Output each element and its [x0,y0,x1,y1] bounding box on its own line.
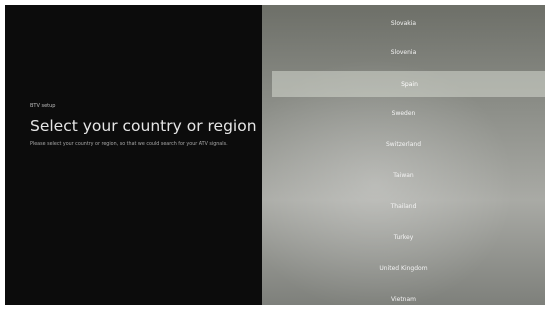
country-item-taiwan[interactable]: Taiwan [262,165,545,185]
country-item-turkey[interactable]: Turkey [262,227,545,247]
tv-setup-screen: BTV setup Select your country or region … [5,5,545,305]
country-item-united-kingdom[interactable]: United Kingdom [262,258,545,278]
country-item-spain[interactable]: Spain [272,71,545,97]
page-description: Please select your country or region, so… [30,142,228,147]
country-item-thailand[interactable]: Thailand [262,196,545,216]
country-item-slovakia[interactable]: Slovakia [262,13,545,33]
country-item-switzerland[interactable]: Switzerland [262,134,545,154]
page-title: Select your country or region [30,117,257,135]
info-panel: BTV setup Select your country or region … [5,5,262,305]
country-list: Slovakia Slovenia Spain Sweden Switzerla… [262,5,545,305]
country-item-sweden[interactable]: Sweden [262,103,545,123]
country-item-slovenia[interactable]: Slovenia [262,42,545,62]
section-label: BTV setup [30,103,56,109]
country-item-vietnam[interactable]: Vietnam [262,289,545,305]
